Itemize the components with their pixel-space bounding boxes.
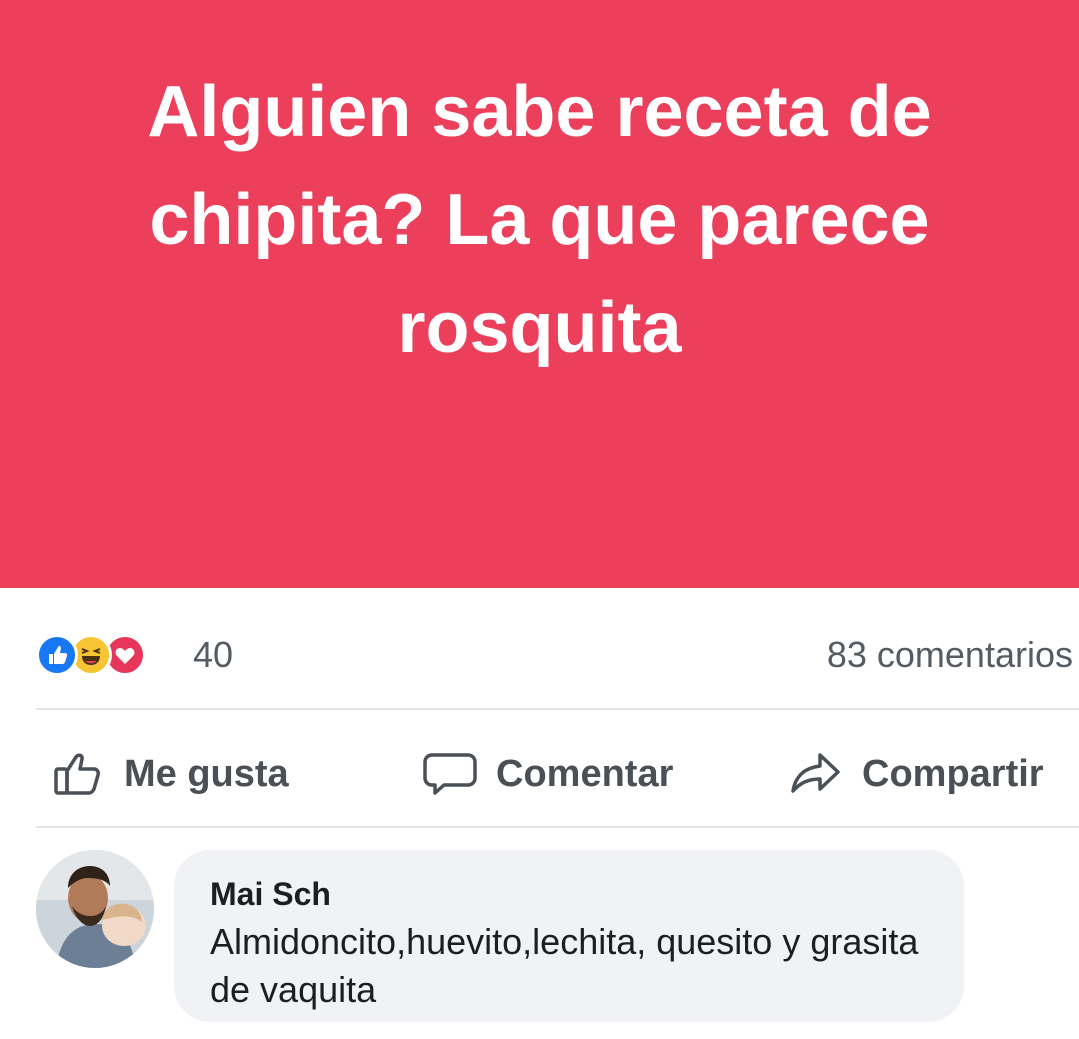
comment-bubble: Mai Sch Almidoncito,huevito,lechita, que…: [174, 850, 964, 1022]
post-text: Alguien sabe receta de chipita? La que p…: [147, 72, 932, 368]
comment-author[interactable]: Mai Sch: [210, 876, 331, 913]
share-arrow-icon: [788, 749, 844, 799]
comment-label: Comentar: [496, 752, 674, 795]
avatar[interactable]: [36, 850, 154, 968]
speech-bubble-icon: [422, 749, 478, 799]
reaction-icons[interactable]: [36, 634, 176, 678]
post-banner: Alguien sabe receta de chipita? La que p…: [0, 0, 1079, 588]
share-label: Compartir: [862, 752, 1044, 795]
like-icon: [36, 634, 78, 676]
comment: Mai Sch Almidoncito,huevito,lechita, que…: [36, 848, 1079, 1028]
action-bar: Me gusta Comentar Compartir: [0, 730, 1079, 820]
like-label: Me gusta: [124, 752, 289, 795]
divider: [36, 826, 1079, 828]
reaction-count[interactable]: 40: [193, 634, 233, 676]
divider: [36, 708, 1079, 710]
share-button[interactable]: Compartir: [788, 744, 1044, 804]
comment-text: Almidoncito,huevito,lechita, quesito y g…: [210, 921, 919, 1010]
thumbs-up-icon: [52, 749, 106, 799]
like-button[interactable]: Me gusta: [52, 744, 289, 804]
comment-button[interactable]: Comentar: [422, 744, 673, 804]
comment-count[interactable]: 83 comentarios: [827, 634, 1073, 676]
reactions-bar: 40 83 comentarios: [0, 620, 1079, 690]
